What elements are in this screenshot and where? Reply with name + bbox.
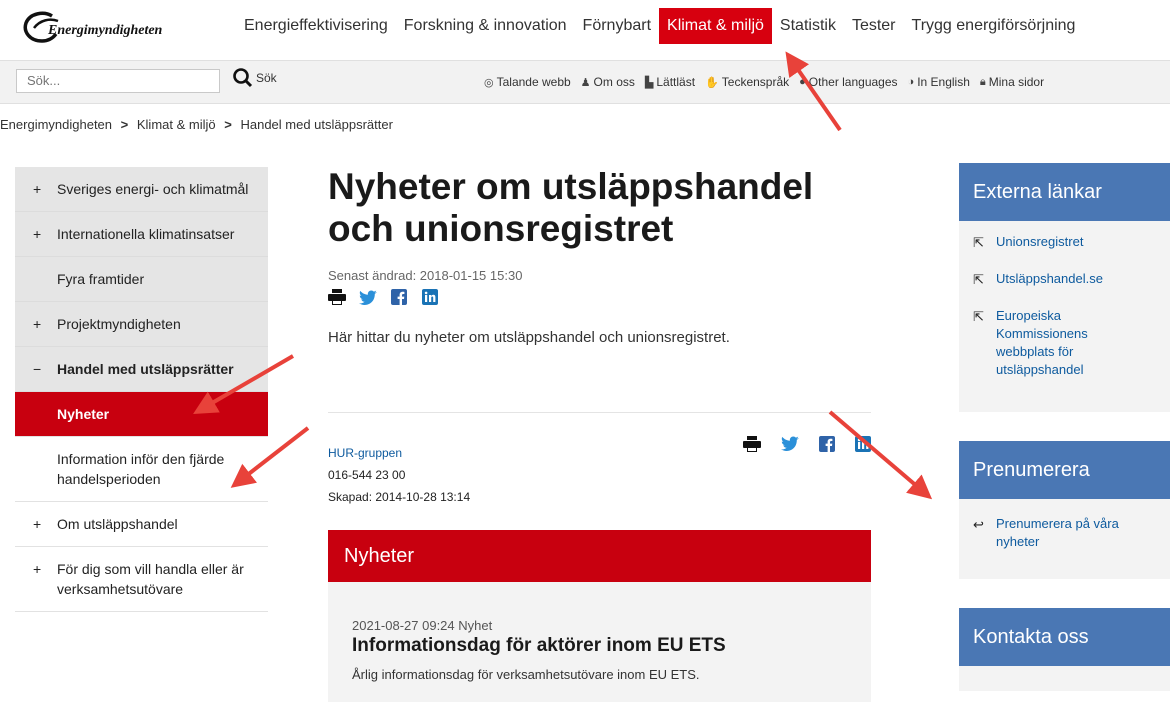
logo[interactable]: Energimyndigheten [22,10,162,44]
external-link-kommissionen[interactable]: ⇱ Europeiska Kommissionens webbplats för … [973,307,1170,379]
external-link-icon: ⇱ [973,272,984,287]
person-icon: ♟ [580,76,591,89]
link-lattlast[interactable]: ▙ Lättläst [645,75,695,89]
expand-icon[interactable]: + [33,559,47,579]
speech-bubble-icon: ● [799,76,806,88]
breadcrumb-separator: > [120,117,129,132]
main-nav: Energieffektivisering Forskning & innova… [236,8,1083,44]
sidebar-item-label: För dig som vill handla eller är verksam… [57,561,244,597]
contact-info: HUR-gruppen 016-544 23 00 Skapad: 2014-1… [328,442,470,508]
nav-item-fornybart[interactable]: Förnybart [575,8,659,44]
search-button-label: Sök [256,71,277,85]
sidebar-item-label: Projektmyndigheten [57,316,181,332]
last-updated: Senast ändrad: 2018-01-15 15:30 [328,268,523,283]
contact-group-link[interactable]: HUR-gruppen [328,446,402,460]
easy-read-icon: ▙ [644,76,654,89]
facebook-icon[interactable] [819,436,835,457]
search-button[interactable]: Sök [232,67,277,89]
breadcrumb-item-klimat[interactable]: Klimat & miljö [137,117,216,132]
link-om-oss[interactable]: ♟ Om oss [581,75,635,89]
nav-item-tester[interactable]: Tester [844,8,904,44]
nav-item-statistik[interactable]: Statistik [772,8,844,44]
breadcrumb-item-energimyndigheten[interactable]: Energimyndigheten [0,117,112,132]
sidebar-item-label: Om utsläppshandel [57,516,178,532]
external-link-icon: ⇱ [973,235,984,250]
sidebar-item-internationella[interactable]: + Internationella klimatinsatser [15,212,268,257]
link-in-english[interactable]: ◑ In English [908,75,970,89]
nav-item-energieffektivisering[interactable]: Energieffektivisering [236,8,396,44]
linkedin-icon[interactable] [421,289,439,305]
link-mina-sidor[interactable]: 🔒︎ Mina sidor [980,75,1044,89]
link-other-languages[interactable]: ● Other languages [799,75,897,89]
subscribe-icon: ↩ [973,517,984,532]
breadcrumb-separator: > [224,117,232,132]
nav-item-klimat-miljo[interactable]: Klimat & miljö [659,8,772,44]
sidebar-item-label: Handel med utsläppsrätter [57,361,234,377]
breadcrumb: Energimyndigheten > Klimat & miljö > Han… [0,117,393,132]
external-links-box: Externa länkar ⇱ Unionsregistret ⇱ Utsläpp… [959,163,1170,412]
subscribe-title: Prenumerera [959,441,1170,499]
external-link-unionsregistret[interactable]: ⇱ Unionsregistret [973,233,1170,252]
globe-icon: ◑ [907,76,915,88]
page-title: Nyheter om utsläppshandel och unionsregi… [328,166,814,249]
news-item[interactable]: 2021-08-27 09:24 Nyhet Informationsdag f… [328,582,871,702]
news-title[interactable]: Informationsdag för aktörer inom EU ETS [352,635,851,657]
sidebar-item-fyra-framtider[interactable]: Fyra framtider [15,257,268,302]
sidebar-subitem-nyheter[interactable]: Nyheter [15,392,268,437]
main-content: Nyheter om utsläppshandel och unionsregi… [328,160,871,702]
twitter-icon[interactable] [781,436,799,457]
sidebar-item-om-utslappshandel[interactable]: + Om utsläppshandel [15,502,268,547]
subscribe-link[interactable]: ↩ Prenumerera på våra nyheter [973,515,1170,551]
external-link-utslappshandel[interactable]: ⇱ Utsläppshandel.se [973,270,1170,289]
share-buttons [328,289,871,305]
sidebar-item-handel[interactable]: − Handel med utsläppsrätter [15,347,268,392]
lock-icon: 🔒︎ [979,75,986,88]
sidebar-item-label: Sveriges energi- och klimatmål [57,181,249,197]
share-buttons-secondary [743,436,871,457]
sidebar-subitem-information[interactable]: Information inför den fjärde handelsperi… [15,437,268,502]
collapse-icon[interactable]: − [33,359,47,379]
news-section-header: Nyheter [328,530,871,582]
created-date: Skapad: 2014-10-28 13:14 [328,490,471,504]
link-talande-webb[interactable]: ◎ Talande webb [484,75,571,89]
nav-item-trygg-energiforsorjning[interactable]: Trygg energiförsörjning [904,8,1084,44]
news-excerpt: Årlig informationsdag för verksamhetsutö… [352,667,700,682]
contact-phone: 016-544 23 00 [328,468,406,482]
search-icon [233,68,253,88]
linkedin-icon[interactable] [855,436,871,457]
expand-icon[interactable]: + [33,314,47,334]
print-icon[interactable] [328,289,346,305]
external-links-title: Externa länkar [959,163,1170,221]
expand-icon[interactable]: + [33,179,47,199]
subscribe-box: Prenumerera ↩ Prenumerera på våra nyheter [959,441,1170,579]
sidebar-item-label: Fyra framtider [57,271,145,287]
sidebar-item-handla[interactable]: + För dig som vill handla eller är verks… [15,547,268,612]
breadcrumb-item-handel[interactable]: Handel med utsläppsrätter [240,117,392,132]
contact-title: Kontakta oss [959,608,1170,666]
expand-icon[interactable]: + [33,224,47,244]
logo-text: Energimyndigheten [48,23,163,38]
divider [328,412,871,413]
twitter-icon[interactable] [359,289,377,305]
utility-bar: Sök ◎Talande webb ♟Om oss ▙Lättläst ✋Tec… [0,60,1170,104]
contact-box: Kontakta oss [959,608,1170,691]
print-icon[interactable] [743,436,761,457]
expand-icon[interactable]: + [33,514,47,534]
intro-text: Här hittar du nyheter om utsläppshandel … [328,329,730,346]
sidebar-item-energi-klimatmal[interactable]: + Sveriges energi- och klimatmål [15,167,268,212]
search-input[interactable] [16,69,220,93]
nav-item-forskning[interactable]: Forskning & innovation [396,8,575,44]
sidebar-item-label: Internationella klimatinsatser [57,226,235,242]
top-bar: Energimyndigheten Energieffektivisering … [0,0,1170,58]
sidebar: + Sveriges energi- och klimatmål + Inter… [15,167,268,612]
speaker-icon: ◎ [484,76,494,89]
utility-links: ◎ Talande webb ♟ Om oss ▙ Lättläst ✋ Teckens… [484,61,1054,103]
sign-language-icon: ✋ [705,76,719,89]
news-meta: 2021-08-27 09:24 Nyhet [352,618,493,633]
link-teckensprak[interactable]: ✋ Teckenspråk [705,75,789,89]
sidebar-item-projektmyndigheten[interactable]: + Projektmyndigheten [15,302,268,347]
external-link-icon: ⇱ [973,309,984,324]
facebook-icon[interactable] [390,289,408,305]
